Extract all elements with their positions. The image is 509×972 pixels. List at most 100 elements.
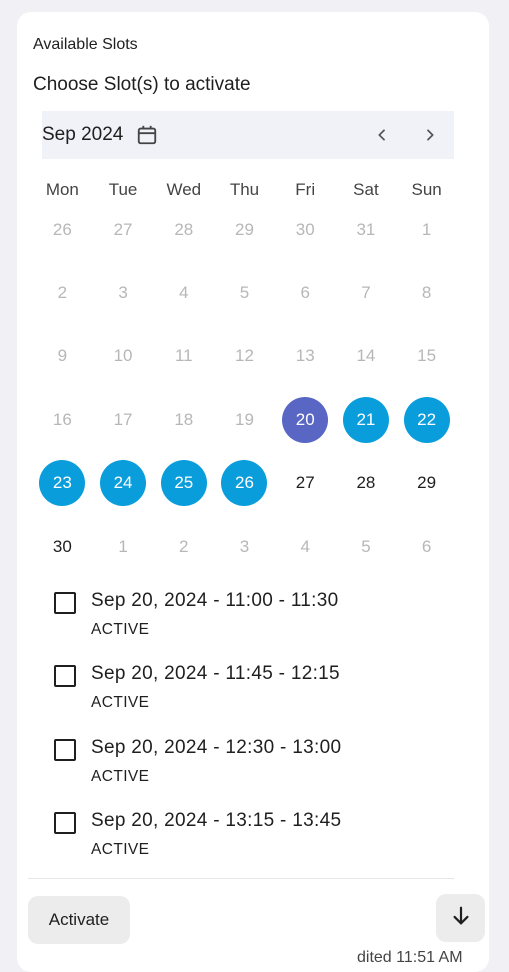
calendar-day-label: 28 xyxy=(356,473,376,493)
slot-time: Sep 20, 2024 - 11:45 - 12:15 xyxy=(91,663,340,685)
calendar-day[interactable]: 27 xyxy=(275,452,336,515)
calendar-day-label: 19 xyxy=(235,409,254,429)
calendar-icon[interactable] xyxy=(136,124,158,146)
month-label: Sep 2024 xyxy=(42,124,124,145)
activate-button[interactable]: Activate xyxy=(28,896,130,944)
calendar-day-label: 1 xyxy=(421,219,432,239)
calendar-day-label: 17 xyxy=(113,409,133,429)
calendar-day-label: 5 xyxy=(361,536,371,556)
chevron-right-icon[interactable] xyxy=(418,123,442,147)
calendar-day-label: 2 xyxy=(57,283,68,303)
calendar-day: 10 xyxy=(93,325,154,388)
calendar-day-label: 6 xyxy=(421,536,432,556)
calendar-day-label: 27 xyxy=(295,473,315,493)
calendar-day: 13 xyxy=(275,325,336,388)
calendar-day-label: 6 xyxy=(300,283,310,303)
weekday-label: Fri xyxy=(295,180,316,199)
calendar-day: 4 xyxy=(275,515,336,578)
calendar-day[interactable]: 21 xyxy=(336,388,397,451)
calendar-day: 18 xyxy=(153,388,214,451)
weekday-label: Mon xyxy=(45,180,79,199)
calendar-day: 1 xyxy=(93,515,154,578)
last-edited-text: dited 11:51 AM xyxy=(357,949,463,966)
calendar-day: 3 xyxy=(93,261,154,324)
calendar-day-label: 4 xyxy=(300,536,310,556)
weekday-label: Sat xyxy=(353,180,379,199)
calendar-day-label: 24 xyxy=(100,460,147,507)
calendar-grid: 26 27 28 29 30 31 1 2 3 4 5 6 7 8 9 10 11 12 13 14 15 16 17 18 1… xyxy=(32,198,457,578)
calendar-day[interactable]: 22 xyxy=(396,388,457,451)
calendar-day: 30 xyxy=(275,198,336,261)
calendar-day-label: 22 xyxy=(403,396,450,443)
slot-time: Sep 20, 2024 - 12:30 - 13:00 xyxy=(91,736,342,758)
calendar-day: 9 xyxy=(32,325,93,388)
calendar-day-label: 8 xyxy=(421,283,432,303)
weekday-label: Thu xyxy=(229,180,260,199)
calendar-day: 1 xyxy=(396,198,457,261)
calendar-day[interactable]: 20 xyxy=(275,388,336,451)
calendar-day-label: 21 xyxy=(342,396,389,443)
slot-status: ACTIVE xyxy=(91,767,150,785)
calendar-day-label: 12 xyxy=(235,346,254,366)
calendar-day-label: 2 xyxy=(179,536,189,556)
calendar-day: 5 xyxy=(336,515,397,578)
calendar-day: 2 xyxy=(153,515,214,578)
calendar-day[interactable]: 26 xyxy=(214,452,275,515)
calendar-day-label: 1 xyxy=(118,536,128,556)
calendar-day-label: 3 xyxy=(118,283,128,303)
scroll-down-button[interactable] xyxy=(436,894,485,942)
calendar-day-label: 29 xyxy=(235,219,254,239)
calendar-day[interactable]: 24 xyxy=(93,452,154,515)
calendar-day: 31 xyxy=(336,198,397,261)
calendar-day: 15 xyxy=(396,325,457,388)
calendar-day: 4 xyxy=(153,261,214,324)
slot-item: Sep 20, 2024 - 13:15 - 13:45 ACTIVE xyxy=(54,810,454,883)
slot-item: Sep 20, 2024 - 11:45 - 12:15 ACTIVE xyxy=(54,663,454,736)
calendar-day: 6 xyxy=(396,515,457,578)
weekday-label: Sun xyxy=(411,180,442,199)
calendar-day-label: 13 xyxy=(295,346,315,366)
slot-status: ACTIVE xyxy=(91,840,150,858)
calendar-day: 17 xyxy=(93,388,154,451)
weekday-header: Mon Tue Wed Thu Fri Sat Sun xyxy=(32,180,457,200)
calendar-day-label: 30 xyxy=(52,536,72,556)
calendar-day[interactable]: 30 xyxy=(32,515,93,578)
calendar-day-label: 18 xyxy=(174,409,194,429)
calendar-day[interactable]: 29 xyxy=(396,452,457,515)
slot-item: Sep 20, 2024 - 11:00 - 11:30 ACTIVE xyxy=(54,590,454,663)
calendar-day-label: 15 xyxy=(417,346,437,366)
weekday-label: Wed xyxy=(166,180,202,199)
calendar-day[interactable]: 25 xyxy=(153,452,214,515)
calendar-day-label: 10 xyxy=(113,346,133,366)
slot-checkbox[interactable] xyxy=(54,811,76,834)
calendar-day: 11 xyxy=(153,325,214,388)
slot-checkbox[interactable] xyxy=(54,738,76,761)
slot-status: ACTIVE xyxy=(91,621,150,638)
slot-checkbox[interactable] xyxy=(54,665,76,688)
chevron-left-icon[interactable] xyxy=(370,123,394,147)
calendar-day-label: 30 xyxy=(295,219,315,239)
calendar-day-label: 26 xyxy=(52,219,72,239)
calendar-day: 3 xyxy=(214,515,275,578)
calendar-day[interactable]: 23 xyxy=(32,452,93,515)
calendar-day: 6 xyxy=(275,261,336,324)
slot-list: Sep 20, 2024 - 11:00 - 11:30 ACTIVE Sep 20… xyxy=(54,590,454,883)
calendar-day-label: 9 xyxy=(57,346,68,366)
calendar-day-label: 29 xyxy=(417,473,437,493)
calendar-day[interactable]: 28 xyxy=(336,452,397,515)
calendar-day-label: 20 xyxy=(282,396,329,443)
page-subtitle: Choose Slot(s) to activate xyxy=(33,74,251,95)
calendar-day-label: 23 xyxy=(39,460,86,507)
slot-item: Sep 20, 2024 - 12:30 - 13:00 ACTIVE xyxy=(54,737,454,810)
calendar-day: 8 xyxy=(396,261,457,324)
calendar-day: 14 xyxy=(336,325,397,388)
calendar-header: Sep 2024 xyxy=(42,111,454,159)
slot-checkbox[interactable] xyxy=(54,592,76,614)
calendar-day: 16 xyxy=(32,388,93,451)
calendar-day-label: 3 xyxy=(239,536,250,556)
calendar-day-label: 28 xyxy=(174,219,194,239)
calendar-day-label: 14 xyxy=(356,346,376,366)
calendar-day-label: 25 xyxy=(160,460,207,507)
calendar-day-label: 31 xyxy=(356,219,376,239)
calendar-day: 26 xyxy=(32,198,93,261)
